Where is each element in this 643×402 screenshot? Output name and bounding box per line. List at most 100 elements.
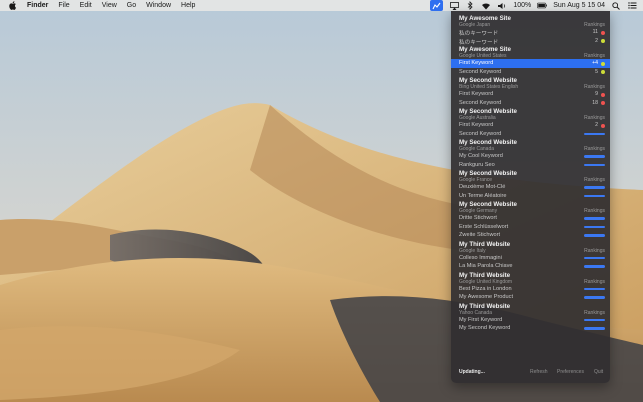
site-name: My Third Website (459, 271, 511, 279)
keyword-label: First Keyword (459, 60, 494, 66)
keyword-label: My First Keyword (459, 316, 503, 323)
site-name: My Awesome Site (459, 46, 511, 53)
keyword-label: My Second Keyword (459, 325, 511, 331)
preferences-button[interactable]: Preferences (557, 369, 584, 375)
site-group: My Second Website Google Australia Ranking… (451, 107, 610, 138)
keyword-row[interactable]: Un Terme Aléatoire (451, 192, 610, 201)
site-header: My Second Website Bing United States Engl… (451, 76, 610, 90)
loading-progress-bar (584, 163, 605, 166)
keyword-row[interactable]: Dritte Stichwort (451, 214, 610, 223)
keyword-label: First Keyword (459, 91, 494, 97)
site-header: My Awesome Site Google Japan Rankings (451, 14, 610, 28)
site-name: My Second Website (459, 139, 517, 146)
panel-footer: Updating... Refresh Preferences Quit (451, 363, 610, 383)
site-group: My Third Website Google United Kingdom Ran… (451, 271, 610, 302)
site-name: My Awesome Site (459, 15, 511, 22)
menu-edit[interactable]: Edit (80, 0, 92, 11)
keyword-label: Best Pizza in London (459, 285, 512, 292)
menu-window[interactable]: Window (146, 0, 171, 11)
keyword-rank: 9 (595, 91, 598, 97)
keyword-row[interactable]: Colleso Immagini (451, 254, 610, 263)
keyword-row[interactable]: 私のキーワード 2 (451, 37, 610, 46)
keyword-row[interactable]: First Keyword 2 (451, 121, 610, 130)
site-name: My Second Website (459, 108, 517, 115)
keyword-row[interactable]: My Cool Keyword (451, 152, 610, 161)
airplay-icon[interactable] (449, 1, 459, 10)
keyword-label: Deuxième Mot-Clé (459, 184, 506, 190)
keyword-row[interactable]: Second Keyword 18 (451, 99, 610, 108)
site-header: My Third Website Google United Kingdom Ran… (451, 271, 610, 285)
keyword-rank: 5 (595, 68, 598, 75)
keyword-label: Second Keyword (459, 99, 502, 106)
menu-go[interactable]: Go (127, 0, 136, 11)
keyword-row[interactable]: Rankguru Seo (451, 161, 610, 170)
keyword-row[interactable]: Best Pizza in London (451, 285, 610, 294)
site-group: My Second Website Bing United States Engl… (451, 76, 610, 107)
menu-bar: Finder File Edit View Go Window Help 100… (0, 0, 643, 11)
battery-percent: 100% (513, 2, 532, 9)
loading-progress-bar (584, 234, 605, 237)
site-name: My Third Website (459, 240, 511, 248)
site-header: My Awesome Site Google United States Ranki… (451, 45, 610, 59)
keyword-row[interactable]: Erste Schlüsselwort (451, 223, 610, 232)
keyword-row[interactable]: My First Keyword (451, 316, 610, 325)
menu-file[interactable]: File (58, 0, 69, 11)
site-name: My Second Website (459, 170, 517, 177)
keyword-row[interactable]: 私のキーワード 11 (451, 28, 610, 37)
keyword-label: La Mia Parola Chiave (459, 263, 513, 269)
keyword-row[interactable]: Zweite Stichwort (451, 231, 610, 240)
keyword-rank: 2 (595, 37, 598, 44)
keyword-row[interactable]: First Keyword +4 (451, 59, 610, 68)
site-group: My Third Website Google Italy Rankings Coll… (451, 240, 610, 271)
loading-progress-bar (584, 186, 605, 189)
keyword-row[interactable]: My Second Keyword (451, 324, 610, 333)
apple-icon[interactable] (9, 1, 17, 10)
rank-down-indicator-icon (601, 30, 605, 35)
update-status: Updating... (459, 369, 485, 375)
volume-icon[interactable] (497, 1, 507, 10)
loading-progress-bar (584, 318, 605, 321)
rank-up-indicator-icon (601, 61, 605, 66)
rank-tracker-menu-icon[interactable] (430, 0, 444, 11)
battery-icon[interactable] (537, 1, 548, 10)
keyword-rank: 11 (592, 29, 598, 35)
keyword-row[interactable]: My Awesome Product (451, 293, 610, 302)
loading-progress-bar (584, 327, 605, 330)
site-name: My Second Website (459, 77, 517, 84)
site-header: My Second Website Google France Rankings (451, 169, 610, 183)
rank-down-indicator-icon (601, 92, 605, 97)
site-group: My Second Website Google Canada Rankings My… (451, 138, 610, 169)
loading-progress-bar (584, 265, 605, 268)
keyword-row[interactable]: Deuxième Mot-Clé (451, 183, 610, 192)
keyword-label: Zweite Stichwort (459, 232, 501, 238)
spotlight-search-icon[interactable] (611, 1, 621, 10)
menu-help[interactable]: Help (181, 0, 195, 11)
refresh-button[interactable]: Refresh (530, 369, 548, 375)
loading-progress-bar (584, 287, 605, 290)
loading-progress-bar (584, 217, 605, 220)
site-list: My Awesome Site Google Japan Rankings 私のキーワ… (451, 14, 610, 333)
quit-button[interactable]: Quit (594, 369, 603, 375)
keyword-label: First Keyword (459, 122, 494, 128)
keyword-row[interactable]: Second Keyword (451, 130, 610, 139)
menu-app-name[interactable]: Finder (27, 0, 48, 11)
clock[interactable]: Sun Aug 5 15 04 (553, 0, 605, 11)
menu-view[interactable]: View (102, 0, 117, 11)
loading-progress-bar (584, 296, 605, 299)
site-group: My Awesome Site Google Japan Rankings 私のキーワ… (451, 14, 610, 46)
bluetooth-icon[interactable] (465, 1, 475, 10)
keyword-label: My Cool Keyword (459, 153, 503, 159)
keyword-row[interactable]: Second Keyword 5 (451, 68, 610, 77)
keyword-label: Second Keyword (459, 130, 502, 137)
loading-progress-bar (584, 225, 605, 228)
keyword-row[interactable]: First Keyword 9 (451, 90, 610, 99)
loading-progress-bar (584, 132, 605, 135)
notification-center-icon[interactable] (627, 1, 637, 10)
site-name: My Third Website (459, 302, 511, 310)
site-group: My Second Website Google Germany Rankings D… (451, 200, 610, 240)
keyword-rank: +4 (592, 60, 598, 66)
keyword-label: Dritte Stichwort (459, 215, 497, 221)
keyword-row[interactable]: La Mia Parola Chiave (451, 262, 610, 271)
wifi-icon[interactable] (481, 1, 491, 10)
rank-up-indicator-icon (601, 39, 605, 43)
